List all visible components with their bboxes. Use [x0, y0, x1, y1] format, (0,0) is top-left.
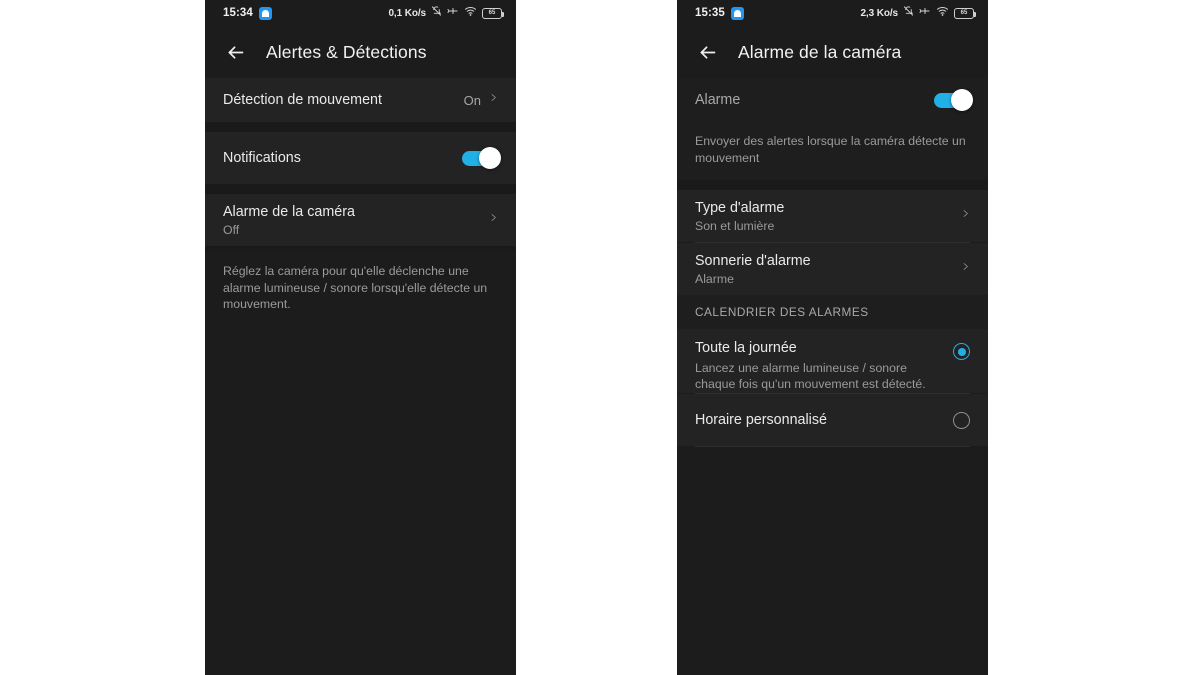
- list-gap-2: [205, 184, 516, 194]
- battery-icon: 65: [954, 7, 976, 19]
- status-bar-right: 15:35 2,3 Ko/s 65: [677, 0, 988, 26]
- app-bar-left: Alertes & Détections: [205, 26, 516, 78]
- radio-custom-schedule[interactable]: [953, 411, 970, 429]
- chevron-right-icon: [961, 206, 970, 226]
- list-gap-r1: [677, 180, 988, 190]
- app-bar-right: Alarme de la caméra: [677, 26, 988, 78]
- row-motion-detection[interactable]: Détection de mouvement On: [205, 78, 516, 122]
- row-notifications-label: Notifications: [223, 150, 301, 166]
- home-app-badge-icon: [258, 6, 272, 20]
- battery-level-label: 65: [960, 10, 968, 16]
- toggle-knob: [479, 146, 501, 169]
- settings-list-right: Alarme Envoyer des alertes lorsque la ca…: [677, 78, 988, 675]
- row-motion-detection-label: Détection de mouvement: [223, 92, 382, 108]
- list-gap-1: [205, 122, 516, 132]
- row-camera-alarm[interactable]: Alarme de la caméra Off: [205, 194, 516, 246]
- back-arrow-icon[interactable]: [693, 38, 721, 66]
- back-arrow-icon[interactable]: [221, 38, 249, 66]
- row-alarm-label: Alarme: [695, 92, 741, 108]
- list-filler-left: [205, 326, 516, 675]
- row-custom-schedule[interactable]: Horaire personnalisé: [677, 394, 988, 446]
- bell-off-icon: [431, 4, 442, 22]
- row-all-day-text: Toute la journée Lancez une alarme lumin…: [695, 340, 950, 392]
- page-title: Alarme de la caméra: [738, 41, 902, 62]
- row-alarm-type-label: Type d'alarme: [695, 199, 785, 216]
- status-bar-left-group: 15:34: [223, 6, 272, 20]
- screenshot-stage: 15:34 0,1 Ko/s 65 Alertes & Détections D…: [0, 0, 1200, 675]
- row-motion-detection-right: On: [464, 90, 498, 110]
- toggle-knob: [951, 88, 973, 111]
- row-alarm-ringtone-text: Sonnerie d'alarme Alarme: [695, 253, 811, 286]
- home-app-badge-icon: [730, 6, 744, 20]
- row-camera-alarm-label: Alarme de la caméra: [223, 203, 355, 220]
- row-camera-alarm-value: Off: [223, 222, 240, 237]
- battery-icon: 65: [482, 7, 504, 19]
- page-title: Alertes & Détections: [266, 41, 427, 62]
- section-header-alarm-schedule: CALENDRIER DES ALARMES: [677, 295, 988, 329]
- row-alarm-ringtone-label: Sonnerie d'alarme: [695, 252, 811, 269]
- status-bar-right-left-group: 15:35: [695, 6, 744, 20]
- status-bar-left: 15:34 0,1 Ko/s 65: [205, 0, 516, 26]
- row-custom-schedule-label: Horaire personnalisé: [695, 412, 827, 428]
- phone-screen-alerts-detections: 15:34 0,1 Ko/s 65 Alertes & Détections D…: [205, 0, 516, 675]
- alarm-description: Envoyer des alertes lorsque la caméra dé…: [677, 122, 988, 180]
- bell-off-icon: [903, 4, 914, 22]
- settings-list-left: Détection de mouvement On Notifications: [205, 78, 516, 675]
- vibrate-icon: [447, 4, 459, 22]
- status-bar-data-rate: 2,3 Ko/s: [860, 7, 898, 19]
- row-camera-alarm-text: Alarme de la caméra Off: [223, 204, 355, 237]
- alarm-toggle[interactable]: [934, 88, 973, 111]
- status-bar-data-rate: 0,1 Ko/s: [388, 7, 426, 19]
- wifi-icon: [936, 4, 949, 22]
- row-alarm-type-text: Type d'alarme Son et lumière: [695, 200, 784, 233]
- status-bar-clock: 15:35: [695, 7, 725, 19]
- row-alarm[interactable]: Alarme: [677, 78, 988, 122]
- phone-screen-camera-alarm: 15:35 2,3 Ko/s 65 Alarme de la caméra Al…: [677, 0, 988, 675]
- wifi-icon: [464, 4, 477, 22]
- row-all-day[interactable]: Toute la journée Lancez une alarme lumin…: [677, 329, 988, 393]
- row-all-day-label: Toute la journée: [695, 340, 797, 356]
- row-alarm-type-value: Son et lumière: [695, 218, 775, 233]
- list-filler-right: [677, 447, 988, 675]
- vibrate-icon: [919, 4, 931, 22]
- row-notifications[interactable]: Notifications: [205, 132, 516, 184]
- chevron-right-icon: [489, 210, 498, 230]
- chevron-right-icon: [489, 90, 498, 110]
- row-alarm-ringtone[interactable]: Sonnerie d'alarme Alarme: [677, 243, 988, 295]
- row-motion-detection-value: On: [463, 92, 481, 108]
- camera-alarm-description: Réglez la caméra pour qu'elle déclenche …: [205, 252, 516, 327]
- status-bar-right-group: 0,1 Ko/s 65: [388, 4, 504, 22]
- row-alarm-type[interactable]: Type d'alarme Son et lumière: [677, 190, 988, 242]
- notifications-toggle[interactable]: [462, 146, 501, 169]
- row-alarm-ringtone-value: Alarme: [695, 271, 734, 286]
- radio-all-day[interactable]: [953, 343, 970, 360]
- row-all-day-description: Lancez une alarme lumineuse / sonore cha…: [695, 361, 926, 391]
- chevron-right-icon: [961, 259, 970, 279]
- battery-level-label: 65: [488, 10, 496, 16]
- status-bar-right-right-group: 2,3 Ko/s 65: [860, 4, 976, 22]
- status-bar-clock: 15:34: [223, 7, 253, 19]
